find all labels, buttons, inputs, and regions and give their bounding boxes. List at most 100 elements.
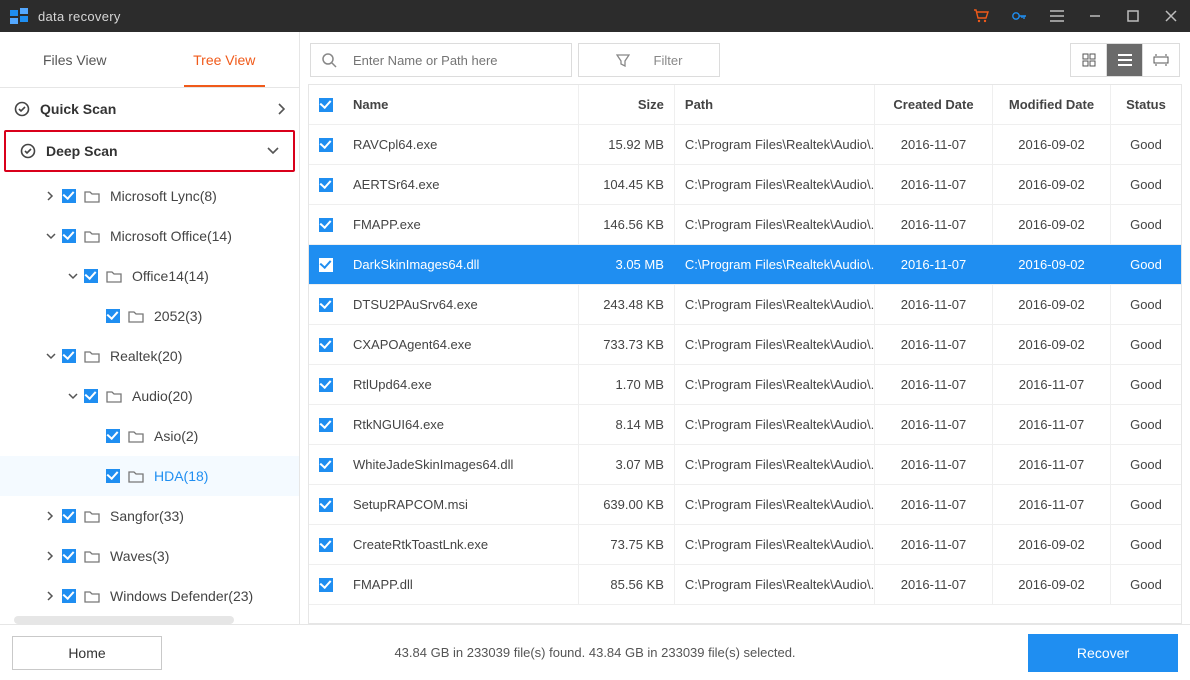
home-button[interactable]: Home: [12, 636, 162, 670]
chevron-icon[interactable]: [90, 308, 100, 324]
tree-node[interactable]: Microsoft Lync(8): [0, 176, 299, 216]
row-checkbox[interactable]: [319, 458, 333, 472]
tree-checkbox[interactable]: [62, 349, 76, 363]
tree-checkbox[interactable]: [62, 509, 76, 523]
row-checkbox[interactable]: [319, 378, 333, 392]
table-row[interactable]: RtlUpd64.exe1.70 MBC:\Program Files\Real…: [309, 365, 1181, 405]
cell-size: 73.75 KB: [579, 525, 675, 564]
table-row[interactable]: WhiteJadeSkinImages64.dll3.07 MBC:\Progr…: [309, 445, 1181, 485]
col-name[interactable]: Name: [343, 85, 579, 124]
view-grid-button[interactable]: [1071, 44, 1107, 76]
chevron-icon[interactable]: [68, 272, 78, 280]
tree-checkbox[interactable]: [84, 389, 98, 403]
chevron-icon[interactable]: [46, 191, 56, 201]
cart-icon[interactable]: [962, 0, 1000, 32]
tab-files-view[interactable]: Files View: [0, 32, 150, 87]
horizontal-scrollbar[interactable]: [14, 616, 234, 624]
row-checkbox[interactable]: [319, 298, 333, 312]
tree-node[interactable]: Office14(14): [0, 256, 299, 296]
row-checkbox[interactable]: [319, 138, 333, 152]
col-created[interactable]: Created Date: [875, 85, 993, 124]
table-row[interactable]: FMAPP.exe146.56 KBC:\Program Files\Realt…: [309, 205, 1181, 245]
table-row[interactable]: RAVCpl64.exe15.92 MBC:\Program Files\Rea…: [309, 125, 1181, 165]
quick-scan-section[interactable]: Quick Scan: [0, 88, 299, 130]
table-row[interactable]: AERTSr64.exe104.45 KBC:\Program Files\Re…: [309, 165, 1181, 205]
close-button[interactable]: [1152, 0, 1190, 32]
row-checkbox[interactable]: [319, 178, 333, 192]
row-checkbox[interactable]: [319, 258, 333, 272]
chevron-icon[interactable]: [68, 392, 78, 400]
tab-tree-view[interactable]: Tree View: [150, 32, 300, 87]
col-path[interactable]: Path: [675, 85, 875, 124]
tree-checkbox[interactable]: [106, 309, 120, 323]
tree-checkbox[interactable]: [62, 189, 76, 203]
key-icon[interactable]: [1000, 0, 1038, 32]
view-detail-button[interactable]: [1143, 44, 1179, 76]
chevron-icon[interactable]: [46, 232, 56, 240]
tree-node[interactable]: 2052(3): [0, 296, 299, 336]
table-row[interactable]: CreateRtkToastLnk.exe73.75 KBC:\Program …: [309, 525, 1181, 565]
cell-created: 2016-11-07: [875, 485, 993, 524]
search-field[interactable]: [353, 53, 561, 68]
chevron-icon[interactable]: [90, 428, 100, 444]
table-row[interactable]: FMAPP.dll85.56 KBC:\Program Files\Realte…: [309, 565, 1181, 605]
chevron-icon[interactable]: [46, 551, 56, 561]
cell-size: 15.92 MB: [579, 125, 675, 164]
recover-button[interactable]: Recover: [1028, 634, 1178, 672]
row-checkbox[interactable]: [319, 338, 333, 352]
minimize-button[interactable]: [1076, 0, 1114, 32]
filter-button[interactable]: Filter: [578, 43, 720, 77]
tree-node[interactable]: Sangfor(33): [0, 496, 299, 536]
select-all-checkbox[interactable]: [319, 98, 333, 112]
cell-created: 2016-11-07: [875, 565, 993, 604]
tree-checkbox[interactable]: [106, 429, 120, 443]
cell-size: 85.56 KB: [579, 565, 675, 604]
col-size[interactable]: Size: [579, 85, 675, 124]
row-checkbox[interactable]: [319, 578, 333, 592]
search-input[interactable]: [310, 43, 572, 77]
chevron-icon[interactable]: [46, 591, 56, 601]
chevron-icon[interactable]: [90, 468, 100, 484]
maximize-button[interactable]: [1114, 0, 1152, 32]
tree-node-label: Windows Defender(23): [110, 588, 253, 604]
tree-node[interactable]: HDA(18): [0, 456, 299, 496]
row-checkbox[interactable]: [319, 498, 333, 512]
tree-checkbox[interactable]: [62, 549, 76, 563]
row-checkbox[interactable]: [319, 218, 333, 232]
menu-icon[interactable]: [1038, 0, 1076, 32]
cell-name: CXAPOAgent64.exe: [343, 325, 579, 364]
table-row[interactable]: DarkSkinImages64.dll3.05 MBC:\Program Fi…: [309, 245, 1181, 285]
deep-scan-label: Deep Scan: [46, 143, 118, 159]
sidebar: Files View Tree View Quick Scan Deep Sca…: [0, 32, 300, 624]
tree-node[interactable]: Microsoft Office(14): [0, 216, 299, 256]
tree-checkbox[interactable]: [62, 589, 76, 603]
chevron-icon[interactable]: [46, 352, 56, 360]
cell-size: 3.07 MB: [579, 445, 675, 484]
table-row[interactable]: RtkNGUI64.exe8.14 MBC:\Program Files\Rea…: [309, 405, 1181, 445]
tree-node[interactable]: Windows Defender(23): [0, 576, 299, 616]
cell-created: 2016-11-07: [875, 205, 993, 244]
table-row[interactable]: DTSU2PAuSrv64.exe243.48 KBC:\Program Fil…: [309, 285, 1181, 325]
view-list-button[interactable]: [1107, 44, 1143, 76]
row-checkbox[interactable]: [319, 538, 333, 552]
tree-node[interactable]: Audio(20): [0, 376, 299, 416]
cell-name: FMAPP.dll: [343, 565, 579, 604]
col-status[interactable]: Status: [1111, 85, 1181, 124]
tree-checkbox[interactable]: [106, 469, 120, 483]
tree-node[interactable]: Realtek(20): [0, 336, 299, 376]
table-body[interactable]: RAVCpl64.exe15.92 MBC:\Program Files\Rea…: [309, 125, 1181, 623]
folder-tree[interactable]: Microsoft Lync(8)Microsoft Office(14)Off…: [0, 176, 299, 616]
row-checkbox[interactable]: [319, 418, 333, 432]
tree-checkbox[interactable]: [84, 269, 98, 283]
deep-scan-section[interactable]: Deep Scan: [6, 132, 293, 170]
check-circle-icon: [20, 143, 36, 159]
tree-node[interactable]: Asio(2): [0, 416, 299, 456]
tree-checkbox[interactable]: [62, 229, 76, 243]
tree-node[interactable]: Waves(3): [0, 536, 299, 576]
table-row[interactable]: SetupRAPCOM.msi639.00 KBC:\Program Files…: [309, 485, 1181, 525]
chevron-icon[interactable]: [46, 511, 56, 521]
table-row[interactable]: CXAPOAgent64.exe733.73 KBC:\Program File…: [309, 325, 1181, 365]
tree-node-label: Audio(20): [132, 388, 193, 404]
col-modified[interactable]: Modified Date: [993, 85, 1111, 124]
cell-status: Good: [1111, 445, 1181, 484]
